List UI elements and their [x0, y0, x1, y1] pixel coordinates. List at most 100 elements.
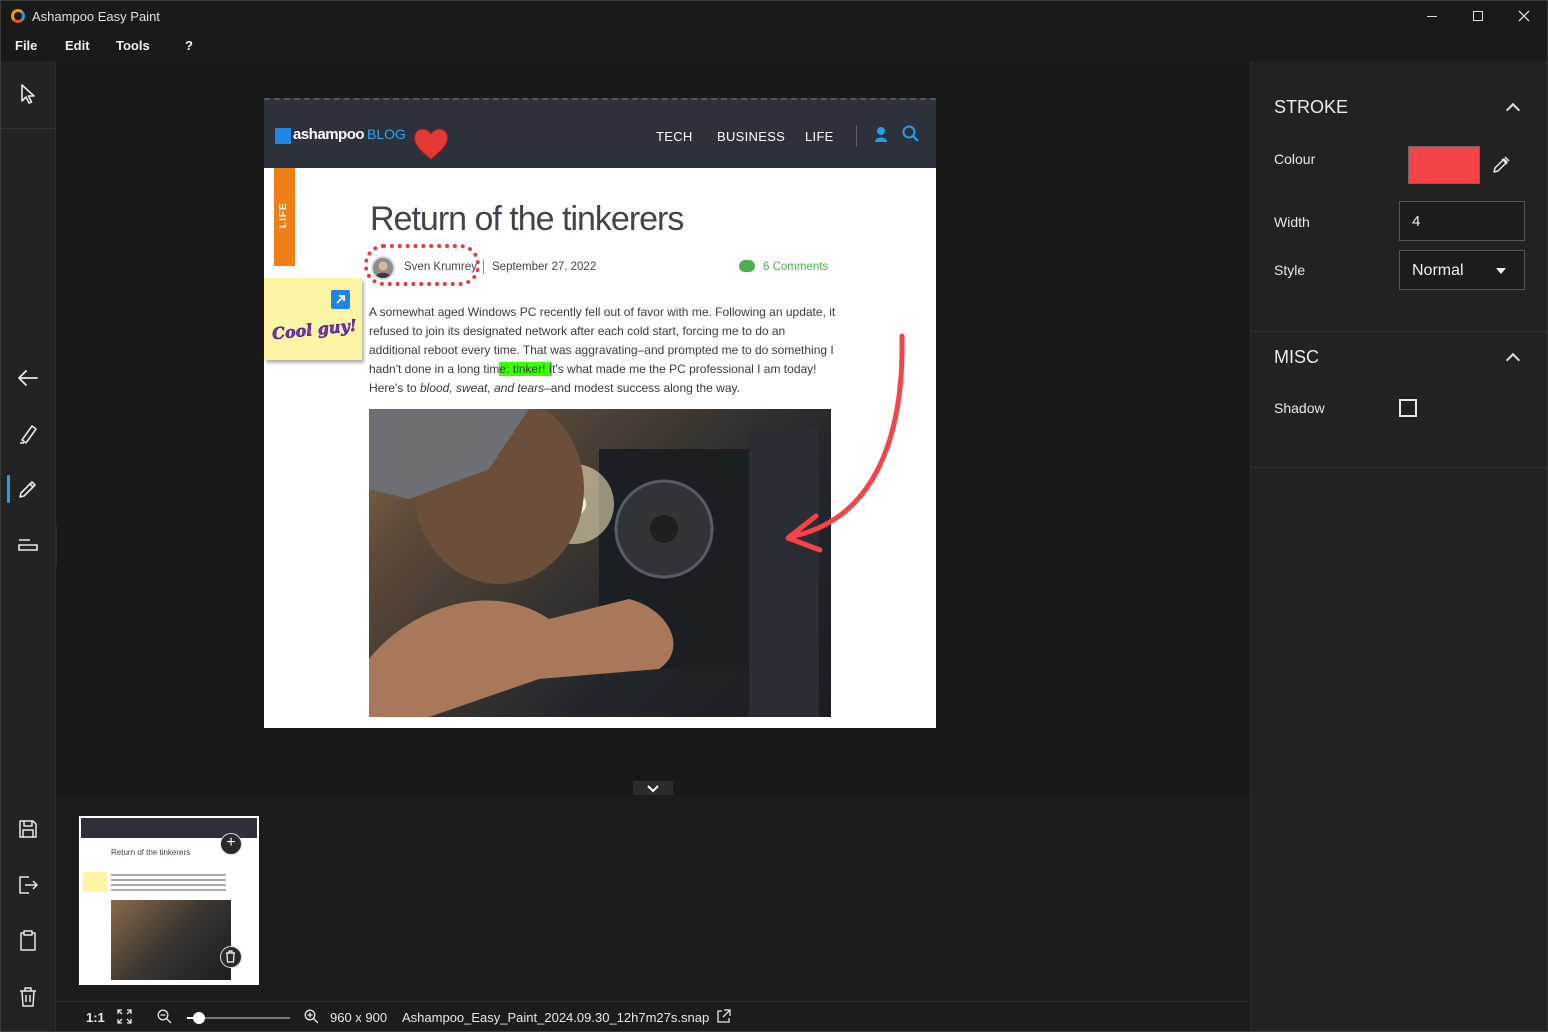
pen-icon	[19, 481, 36, 498]
toolbar-divider	[1, 128, 56, 129]
sticky-note-text: Cool guy!	[271, 315, 358, 344]
trash-icon	[226, 950, 235, 963]
delete-button[interactable]	[11, 980, 45, 1014]
file-name: Ashampoo_Easy_Paint_2024.09.30_12h7m27s.…	[402, 1010, 710, 1025]
zoom-in-icon[interactable]	[304, 1009, 319, 1024]
collapse-stroke-icon[interactable]	[1505, 102, 1521, 118]
image-thumbnail[interactable]: Return of the tinkerers +	[79, 816, 259, 985]
close-button[interactable]	[1501, 1, 1547, 31]
thumbnail-sticky	[83, 872, 107, 892]
open-external-icon[interactable]	[716, 1009, 731, 1024]
stroke-section-title: STROKE	[1274, 97, 1349, 117]
minimize-icon	[1427, 15, 1437, 17]
close-icon	[1518, 10, 1530, 22]
menu-bar: File Edit Tools ?	[1, 31, 1547, 59]
nav-tech: TECH	[656, 129, 693, 144]
shadow-checkbox[interactable]	[1399, 399, 1417, 417]
misc-section-title: MISC	[1274, 347, 1319, 367]
dotted-ellipse-annotation[interactable]	[364, 244, 480, 286]
menu-help[interactable]: ?	[185, 38, 193, 53]
panel-divider	[1251, 331, 1548, 332]
maximize-icon	[1473, 11, 1483, 21]
thumbnail-text-lines	[111, 874, 226, 894]
nav-divider	[856, 125, 857, 147]
select-tool-button[interactable]	[11, 77, 45, 111]
width-input[interactable]	[1399, 201, 1525, 241]
minimize-button[interactable]	[1409, 1, 1455, 31]
left-toolbar	[1, 61, 56, 795]
nav-life: LIFE	[805, 129, 834, 144]
meta-divider	[483, 260, 484, 274]
thumbnail-title: Return of the tinkerers	[111, 848, 191, 857]
window-title: Ashampoo Easy Paint	[32, 9, 160, 24]
delete-image-button[interactable]	[220, 946, 242, 968]
eyedropper-icon[interactable]	[1491, 155, 1511, 175]
highlighter-tool-button[interactable]	[11, 417, 45, 451]
chevron-down-icon	[647, 785, 659, 793]
collapse-misc-icon[interactable]	[1505, 352, 1521, 368]
trash-icon	[20, 987, 36, 1007]
post-body-text-3: –and modest success along the way.	[544, 381, 740, 395]
pen-tool-button[interactable]	[11, 472, 45, 506]
style-dropdown-value: Normal	[1412, 262, 1464, 279]
save-button[interactable]	[11, 812, 45, 846]
clipboard-button[interactable]	[11, 924, 45, 958]
app-logo-icon	[11, 9, 25, 23]
save-icon	[19, 820, 37, 838]
highlighter-icon	[20, 425, 37, 444]
panel-divider	[1251, 467, 1548, 468]
post-body-italic: blood, sweat, and tears	[419, 381, 545, 395]
search-icon	[902, 125, 919, 142]
cursor-icon	[21, 84, 35, 104]
image-dimensions: 960 x 900	[330, 1010, 388, 1025]
active-tool-indicator	[7, 475, 10, 503]
file-actions-bar	[1, 795, 56, 1031]
filmstrip: Return of the tinkerers +	[57, 795, 1249, 1001]
post-date: September 27, 2022	[492, 261, 597, 273]
thumbnail-photo	[111, 900, 231, 980]
app-window: Ashampoo Easy Paint File Edit Tools ? as…	[0, 0, 1548, 1032]
status-bar: 1:1 960 x 900 Ashampoo_Easy_Paint_2024.0…	[57, 1001, 1249, 1031]
maximize-button[interactable]	[1455, 1, 1501, 31]
sticky-note[interactable]: Cool guy!	[264, 278, 362, 360]
expand-note-icon	[331, 290, 350, 309]
user-icon	[875, 127, 887, 142]
blog-header: ashampoo BLOG TECH BUSINESS LIFE	[264, 98, 936, 168]
shadow-label: Shadow	[1274, 400, 1325, 416]
nav-business: BUSINESS	[717, 129, 786, 144]
export-button[interactable]	[11, 868, 45, 902]
colour-label: Colour	[1274, 151, 1316, 167]
comment-count: 6 Comments	[763, 261, 829, 273]
title-bar: Ashampoo Easy Paint	[1, 1, 1547, 31]
comment-icon	[739, 260, 755, 272]
properties-panel: STROKE Colour Width Style Normal MISC Sh…	[1250, 61, 1548, 1031]
text-lines-icon	[18, 539, 38, 551]
category-tag-label: LIFE	[278, 202, 289, 228]
add-image-button[interactable]: +	[220, 833, 242, 855]
menu-tools[interactable]: Tools	[116, 38, 150, 53]
arrow-annotation[interactable]	[754, 328, 914, 568]
clipboard-icon	[20, 930, 36, 951]
caret-down-icon	[1496, 268, 1506, 274]
brand-name: ashampoo	[293, 126, 365, 143]
fit-to-screen-icon[interactable]	[117, 1009, 132, 1024]
arrow-tool-button[interactable]	[11, 361, 45, 395]
style-dropdown[interactable]: Normal	[1399, 250, 1525, 290]
export-icon	[19, 876, 38, 894]
document-canvas[interactable]: ashampoo BLOG TECH BUSINESS LIFE LIFE Co…	[264, 98, 936, 728]
zoom-out-icon[interactable]	[157, 1009, 172, 1024]
menu-file[interactable]: File	[15, 38, 37, 53]
width-label: Width	[1274, 214, 1310, 230]
zoom-slider-thumb[interactable]	[193, 1012, 205, 1024]
style-label: Style	[1274, 262, 1306, 278]
text-tool-button[interactable]	[11, 528, 45, 562]
highlighter-annotation[interactable]: e: tinker! I	[499, 362, 553, 376]
heart-sticker-icon	[414, 128, 448, 160]
colour-swatch[interactable]	[1408, 146, 1480, 184]
blog-label: BLOG	[367, 126, 406, 142]
menu-edit[interactable]: Edit	[65, 38, 90, 53]
post-title: Return of the tinkerers	[370, 200, 684, 238]
arrow-left-icon	[18, 370, 38, 386]
ashampoo-logo-icon	[275, 128, 291, 144]
zoom-ratio-button[interactable]: 1:1	[86, 1010, 105, 1025]
